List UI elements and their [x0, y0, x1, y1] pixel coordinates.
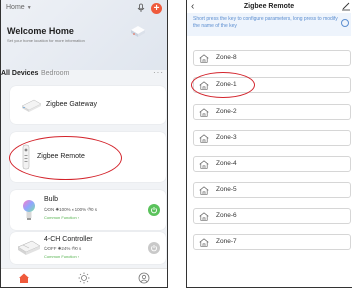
- device-name: Zigbee Gateway: [46, 101, 97, 108]
- power-toggle-button[interactable]: [148, 204, 160, 216]
- tab-bedroom[interactable]: Bedroom: [41, 70, 69, 77]
- common-function-link[interactable]: Common Function ›: [44, 215, 79, 220]
- info-text: Short press the key to configure paramet…: [193, 16, 338, 29]
- device-name: Bulb: [44, 196, 59, 203]
- zone-label: Zone-2: [216, 108, 237, 115]
- zone-key-item[interactable]: Zone-4: [193, 156, 351, 172]
- sun-icon: [78, 272, 90, 284]
- device-status: ⏻ON ☀100% ◐100% ◷0 s: [44, 207, 97, 212]
- info-circle-icon: [341, 19, 349, 27]
- nav-profile-button[interactable]: [137, 271, 151, 285]
- power-icon: [151, 207, 157, 214]
- nav-home-button[interactable]: [17, 271, 31, 285]
- home-selector[interactable]: Home ▼: [6, 4, 32, 11]
- house-icon: [199, 212, 209, 221]
- zone-key-item[interactable]: Zone-5: [193, 182, 351, 198]
- bulb-device-icon: [23, 200, 35, 220]
- info-banner: Short press the key to configure paramet…: [187, 13, 351, 36]
- house-icon: [199, 134, 209, 143]
- power-toggle-button[interactable]: [148, 242, 160, 254]
- bottom-navigation: [1, 268, 167, 287]
- house-icon: [199, 108, 209, 117]
- zone-label: Zone-3: [216, 134, 237, 141]
- house-icon: [199, 54, 209, 63]
- home-icon: [19, 273, 29, 283]
- device-name: 4-CH Controller: [44, 236, 93, 243]
- device-card-zigbee-gateway[interactable]: Zigbee Gateway: [10, 86, 166, 124]
- device-name: Zigbee Remote: [37, 153, 85, 160]
- common-function-link[interactable]: Common Function ›: [44, 254, 79, 259]
- remote-device-icon: [22, 144, 30, 170]
- device-card-bulb[interactable]: Bulb ⏻ON ☀100% ◐100% ◷0 s Common Functio…: [10, 190, 166, 230]
- zigbee-remote-screen: ‹ Zigbee Remote Short press the key to c…: [186, 0, 352, 288]
- home-selector-label: Home: [6, 4, 25, 11]
- zone-label: Zone-1: [216, 81, 237, 88]
- nav-scene-button[interactable]: [77, 271, 91, 285]
- house-icon: [199, 238, 209, 247]
- controller-device-icon: [17, 240, 41, 255]
- house-icon: [199, 81, 209, 90]
- profile-icon: [138, 272, 150, 284]
- zone-label: Zone-8: [216, 54, 237, 61]
- device-status: ⏻OFF ☀24% ◷0 s: [44, 246, 82, 251]
- device-card-zigbee-remote[interactable]: Zigbee Remote: [10, 132, 166, 182]
- smart-home-app-screen: Home ▼ + Welcome Home Set your home loca…: [0, 0, 168, 288]
- zone-key-item[interactable]: Zone-6: [193, 208, 351, 224]
- welcome-subtitle: Set your home location for more informat…: [7, 38, 85, 43]
- room-tabs: All Devices Bedroom ···: [1, 68, 167, 84]
- power-icon: [151, 245, 157, 252]
- edit-icon[interactable]: [341, 1, 351, 11]
- zone-label: Zone-4: [216, 160, 237, 167]
- zone-label: Zone-5: [216, 186, 237, 193]
- microphone-icon[interactable]: [136, 3, 146, 13]
- house-illustration-icon: [131, 26, 145, 37]
- more-icon[interactable]: ···: [153, 68, 164, 77]
- tab-all-devices[interactable]: All Devices: [1, 70, 38, 77]
- welcome-title: Welcome Home: [7, 26, 74, 36]
- zone-label: Zone-7: [216, 238, 237, 245]
- zone-key-item[interactable]: Zone-1: [193, 77, 351, 93]
- device-card-4ch-controller[interactable]: 4-CH Controller ⏻OFF ☀24% ◷0 s Common Fu…: [10, 232, 166, 264]
- gateway-device-icon: [21, 99, 42, 112]
- house-icon: [199, 186, 209, 195]
- zone-label: Zone-6: [216, 212, 237, 219]
- page-title: Zigbee Remote: [243, 3, 295, 10]
- add-device-button[interactable]: +: [151, 3, 162, 14]
- navigation-bar: ‹ Zigbee Remote: [187, 0, 351, 14]
- chevron-down-icon: ▼: [26, 4, 32, 11]
- zone-key-item[interactable]: Zone-3: [193, 130, 351, 146]
- zone-key-item[interactable]: Zone-2: [193, 104, 351, 120]
- house-icon: [199, 160, 209, 169]
- zone-key-item[interactable]: Zone-8: [193, 50, 351, 66]
- zone-key-item[interactable]: Zone-7: [193, 234, 351, 250]
